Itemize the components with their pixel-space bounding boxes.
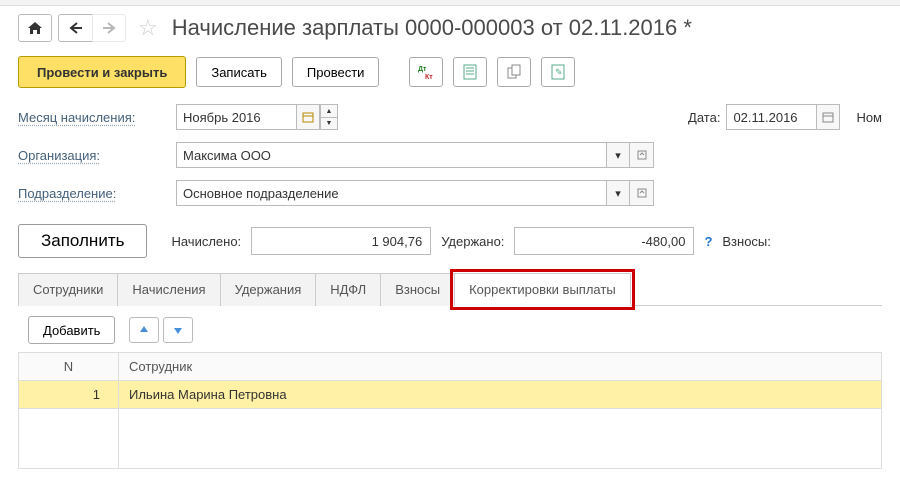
- withheld-value[interactable]: -480,00: [514, 227, 694, 255]
- tab-employees[interactable]: Сотрудники: [18, 273, 118, 306]
- cell-n: 1: [19, 381, 119, 409]
- svg-text:✎: ✎: [555, 67, 563, 77]
- help-icon[interactable]: ?: [704, 234, 712, 249]
- date-input[interactable]: 02.11.2016: [726, 104, 816, 130]
- table-row[interactable]: 1 Ильина Марина Петровна: [19, 381, 882, 409]
- post-and-close-button[interactable]: Провести и закрыть: [18, 56, 186, 88]
- tab-payment-corrections[interactable]: Корректировки выплаты: [454, 273, 631, 306]
- add-row-button[interactable]: Добавить: [28, 316, 115, 344]
- tab-ndfl[interactable]: НДФЛ: [315, 273, 381, 306]
- back-button[interactable]: [58, 14, 92, 42]
- move-up-button[interactable]: [129, 317, 159, 343]
- month-label: Месяц начисления:: [18, 110, 168, 125]
- contrib-label: Взносы:: [722, 234, 771, 249]
- home-button[interactable]: [18, 14, 52, 42]
- accrued-value[interactable]: 1 904,76: [251, 227, 431, 255]
- dept-open-icon[interactable]: [630, 180, 654, 206]
- number-label: Ном: [856, 110, 882, 125]
- page-title: Начисление зарплаты 0000-000003 от 02.11…: [172, 15, 692, 41]
- date-picker-icon[interactable]: [816, 104, 840, 130]
- tab-contributions[interactable]: Взносы: [380, 273, 455, 306]
- month-down-icon[interactable]: ▼: [320, 117, 338, 130]
- accrued-label: Начислено:: [171, 234, 241, 249]
- month-input[interactable]: Ноябрь 2016: [176, 104, 296, 130]
- col-n[interactable]: N: [19, 353, 119, 381]
- favorite-star-icon[interactable]: ☆: [138, 15, 158, 41]
- org-label: Организация:: [18, 148, 168, 163]
- post-button[interactable]: Провести: [292, 57, 380, 87]
- svg-text:Кт: Кт: [425, 74, 433, 80]
- dept-input[interactable]: Основное подразделение: [176, 180, 606, 206]
- dept-dropdown-icon[interactable]: ▾: [606, 180, 630, 206]
- report-document-icon[interactable]: [453, 57, 487, 87]
- tabs: Сотрудники Начисления Удержания НДФЛ Взн…: [18, 272, 882, 306]
- cell-employee: Ильина Марина Петровна: [119, 381, 882, 409]
- dt-kt-button[interactable]: ДтКт: [409, 57, 443, 87]
- fill-button[interactable]: Заполнить: [18, 224, 147, 258]
- org-open-icon[interactable]: [630, 142, 654, 168]
- employees-grid: N Сотрудник 1 Ильина Марина Петровна: [18, 352, 882, 469]
- org-dropdown-icon[interactable]: ▾: [606, 142, 630, 168]
- org-input[interactable]: Максима ООО: [176, 142, 606, 168]
- date-label: Дата:: [688, 110, 720, 125]
- save-button[interactable]: Записать: [196, 57, 282, 87]
- tab-deductions[interactable]: Удержания: [220, 273, 317, 306]
- tab-accruals[interactable]: Начисления: [117, 273, 220, 306]
- withheld-label: Удержано:: [441, 234, 504, 249]
- month-picker-icon[interactable]: [296, 104, 320, 130]
- move-down-button[interactable]: [163, 317, 193, 343]
- linked-docs-icon[interactable]: [497, 57, 531, 87]
- month-up-icon[interactable]: ▲: [320, 104, 338, 117]
- svg-text:Дт: Дт: [418, 66, 427, 73]
- create-based-on-icon[interactable]: ✎: [541, 57, 575, 87]
- dept-label: Подразделение:: [18, 186, 168, 201]
- col-employee[interactable]: Сотрудник: [119, 353, 882, 381]
- forward-button[interactable]: [92, 14, 126, 42]
